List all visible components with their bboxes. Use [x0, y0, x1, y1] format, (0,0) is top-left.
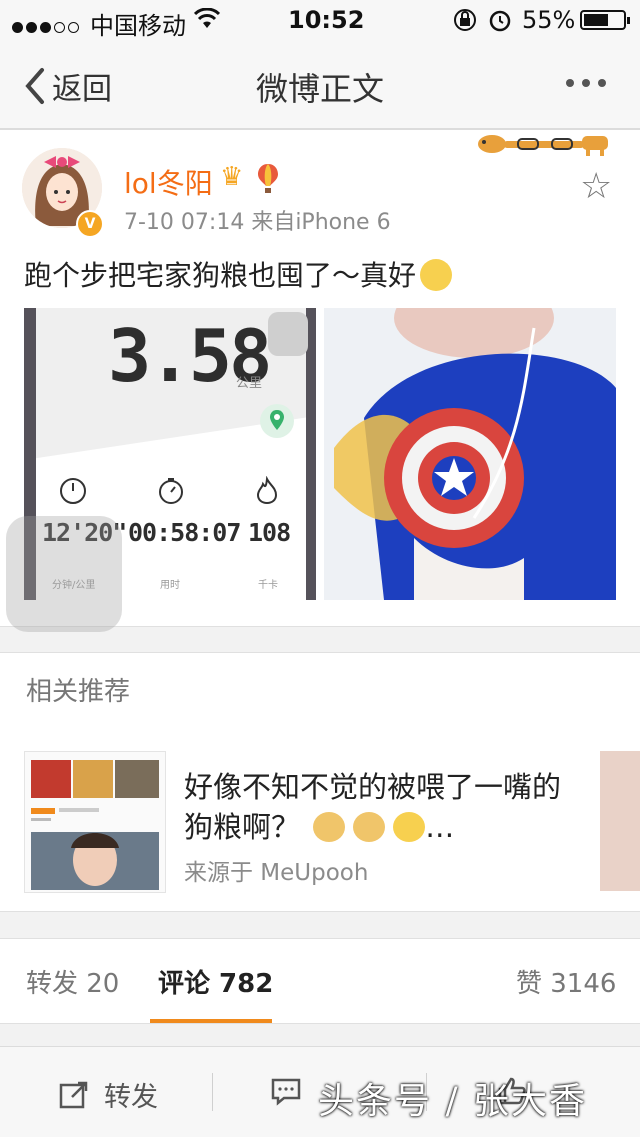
related-item-source: 来源于 MeUpooh: [184, 860, 369, 886]
comment-button[interactable]: [270, 1075, 316, 1107]
related-item-card[interactable]: 好像不知不觉的被喂了一嘴的狗粮啊？ … 来源于 MeUpooh: [0, 727, 640, 912]
photo-captain-america-shirt: [324, 308, 616, 600]
status-time: 10:52: [288, 6, 365, 34]
wifi-icon: [193, 7, 221, 36]
chevron-left-icon: [25, 68, 44, 104]
verified-badge-icon: V: [76, 210, 104, 238]
tab-comment[interactable]: 评论 782: [158, 963, 273, 1000]
carrier-label: 中国移动: [90, 12, 186, 40]
stopwatch-icon: [159, 478, 183, 504]
top-bar: 中国移动 10:52 55% 返回 微博正文: [0, 0, 640, 130]
tab-repost[interactable]: 转发 20: [26, 963, 119, 1000]
back-button[interactable]: 返回: [24, 64, 112, 108]
battery-icon: [580, 10, 630, 30]
run-calories: 108: [248, 518, 291, 547]
lock-rotation-icon: [454, 8, 514, 38]
related-item-title: 好像不知不觉的被喂了一嘴的狗粮啊？ …: [184, 767, 584, 847]
run-distance-unit: 公里: [236, 376, 263, 391]
laughing-tears-emoji-icon: [393, 812, 426, 842]
related-section-title: 相关推荐: [26, 677, 131, 707]
run-duration-label: 用时: [160, 580, 180, 591]
interaction-tabs: 转发 20 评论 782 赞 3146: [0, 938, 640, 1024]
flame-icon: [256, 476, 278, 505]
tab-like[interactable]: 赞 3146: [516, 963, 616, 1000]
pace-gauge-icon: [60, 478, 86, 504]
related-section-header: 相关推荐: [0, 652, 640, 728]
repost-button[interactable]: 转发: [58, 1075, 158, 1114]
status-bar: 中国移动 10:52 55%: [0, 0, 640, 40]
more-menu-button[interactable]: [566, 72, 614, 91]
post-text: 跑个步把宅家狗粮也囤了～真好: [24, 254, 453, 294]
post-text-content: 跑个步把宅家狗粮也囤了～真好: [24, 259, 417, 292]
bottom-divider: [212, 1073, 213, 1111]
repost-icon: [59, 1081, 88, 1108]
back-label: 返回: [52, 72, 112, 107]
run-duration: 00:58:07: [128, 518, 241, 547]
author-name[interactable]: lol冬阳: [124, 162, 213, 202]
repost-label: 转发: [104, 1082, 158, 1113]
hot-air-balloon-icon[interactable]: [256, 162, 280, 201]
active-tab-indicator: [150, 1019, 272, 1023]
post-image-photo[interactable]: [324, 308, 616, 600]
ellipsis: …: [425, 810, 455, 844]
favorite-star-icon[interactable]: ☆: [580, 166, 612, 207]
doge-emoji-icon: [353, 812, 386, 842]
battery-percent: 55%: [522, 6, 576, 34]
doge-emoji-icon: [313, 812, 346, 842]
run-calories-label: 千卡: [258, 580, 278, 591]
watermark: 头条号 / 张大香: [318, 1081, 588, 1122]
assistive-touch-button[interactable]: [6, 516, 122, 632]
signal-dots-icon: [12, 11, 82, 39]
dachshund-decoration-icon: [478, 135, 608, 156]
vip-crown-icon[interactable]: ♛: [220, 162, 243, 192]
thinking-face-icon: [420, 259, 453, 291]
comment-icon: [271, 1078, 301, 1106]
next-related-item-peek[interactable]: [600, 751, 640, 891]
related-item-thumbnail: [24, 751, 166, 893]
post-meta: 7-10 07:14 来自iPhone 6: [124, 210, 391, 235]
map-location-icon: [260, 404, 294, 438]
